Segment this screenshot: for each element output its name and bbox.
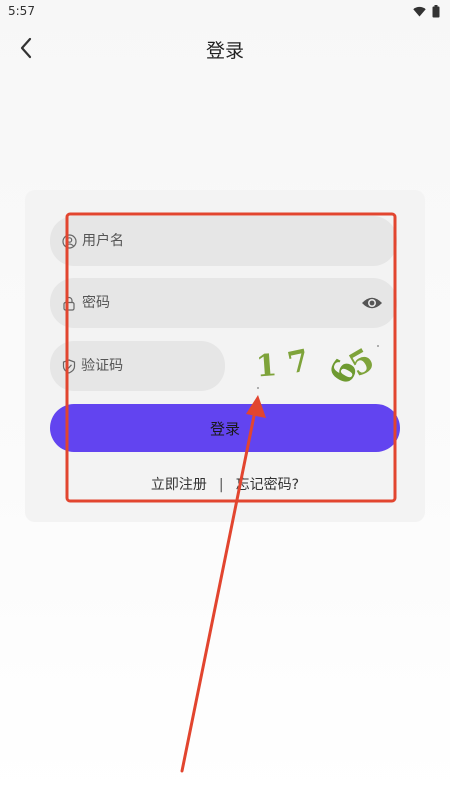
captcha-noise-dot [377, 345, 379, 347]
captcha-char: 1 [255, 348, 278, 384]
captcha-input[interactable] [81, 358, 225, 374]
username-field[interactable] [50, 216, 397, 266]
link-separator: | [218, 477, 224, 493]
wifi-icon [413, 6, 426, 16]
lock-icon [62, 295, 77, 311]
captcha-noise-dot [257, 387, 259, 389]
page-title: 登录 [205, 40, 244, 62]
user-circle-icon [62, 233, 77, 249]
login-button[interactable]: 登录 [50, 404, 400, 452]
eye-icon [362, 297, 382, 309]
status-icons [413, 4, 440, 18]
battery-icon [432, 4, 440, 17]
status-bar: 5:57 [0, 0, 450, 22]
captcha-field[interactable] [50, 341, 225, 391]
status-time: 5:57 [8, 4, 35, 18]
forgot-password-link[interactable]: 忘记密码? [236, 477, 299, 493]
captcha-char: 7 [285, 343, 313, 382]
register-link[interactable]: 立即注册 [151, 477, 207, 493]
captcha-image[interactable]: 1 7 6 5 [238, 336, 388, 394]
password-input[interactable] [82, 295, 397, 311]
toggle-password-visibility-button[interactable] [358, 291, 386, 315]
auth-links: 立即注册 | 忘记密码? [0, 474, 450, 494]
shield-icon [62, 358, 76, 374]
username-input[interactable] [82, 233, 397, 249]
password-field[interactable] [50, 278, 397, 328]
header: 登录 [0, 28, 450, 68]
